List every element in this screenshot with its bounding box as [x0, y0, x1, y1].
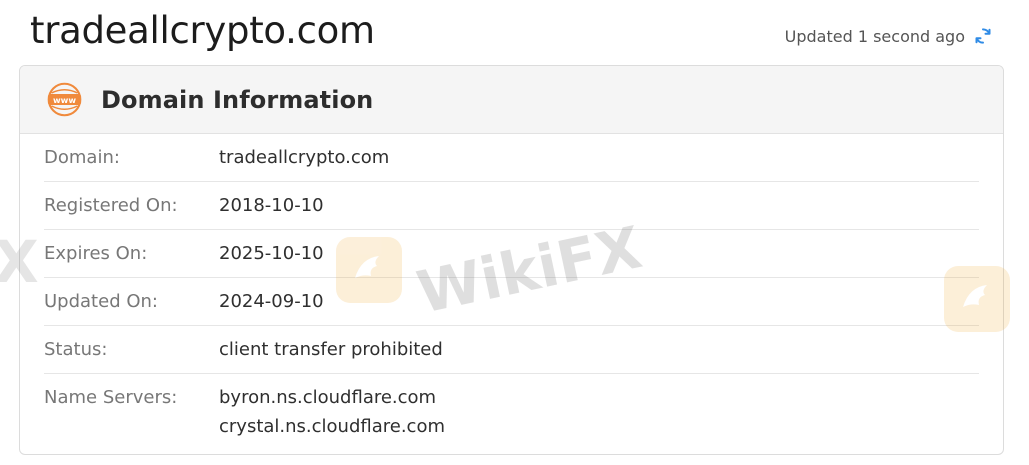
status-value-text: client transfer prohibited — [219, 339, 443, 360]
page-title: tradeallcrypto.com — [30, 9, 375, 52]
info-rows: Domain: tradeallcrypto.com Registered On… — [20, 134, 1003, 441]
domain-value: tradeallcrypto.com — [219, 143, 389, 172]
name-server-2: crystal.ns.cloudflare.com — [219, 416, 446, 437]
refresh-icon[interactable] — [973, 26, 993, 46]
updated-text: Updated 1 second ago — [784, 26, 965, 46]
card-header: www Domain Information — [20, 66, 1003, 134]
row-registered: Registered On: 2018-10-10 — [44, 182, 979, 230]
status-value: client transfer prohibited — [219, 335, 443, 364]
www-globe-icon: www — [47, 82, 82, 117]
expires-value: 2025-10-10 — [219, 239, 324, 268]
domain-label: Domain: — [44, 147, 120, 168]
watermark-partial: X — [0, 228, 39, 296]
update-status: Updated 1 second ago — [785, 26, 993, 46]
row-status: Status: client transfer prohibited — [44, 326, 979, 374]
updated-value: 2024-09-10 — [219, 287, 324, 316]
name-servers-label: Name Servers: — [44, 387, 178, 408]
card-title: Domain Information — [101, 85, 374, 114]
row-name-servers: Name Servers: byron.ns.cloudflare.com cr… — [44, 374, 979, 441]
name-servers-value: byron.ns.cloudflare.com crystal.ns.cloud… — [219, 383, 445, 441]
expires-value-text: 2025-10-10 — [219, 243, 324, 264]
name-server-1: byron.ns.cloudflare.com — [219, 387, 437, 408]
registered-value-text: 2018-10-10 — [219, 195, 324, 216]
status-label: Status: — [44, 339, 108, 360]
www-icon-text: www — [53, 95, 76, 105]
registered-label: Registered On: — [44, 195, 178, 216]
row-domain: Domain: tradeallcrypto.com — [44, 134, 979, 182]
domain-info-card: www Domain Information Domain: tradeallc… — [19, 65, 1004, 455]
row-updated: Updated On: 2024-09-10 — [44, 278, 979, 326]
expires-label: Expires On: — [44, 243, 148, 264]
row-expires: Expires On: 2025-10-10 — [44, 230, 979, 278]
updated-value-text: 2024-09-10 — [219, 291, 324, 312]
updated-label: Updated On: — [44, 291, 158, 312]
registered-value: 2018-10-10 — [219, 191, 324, 220]
domain-value-text: tradeallcrypto.com — [219, 147, 390, 168]
